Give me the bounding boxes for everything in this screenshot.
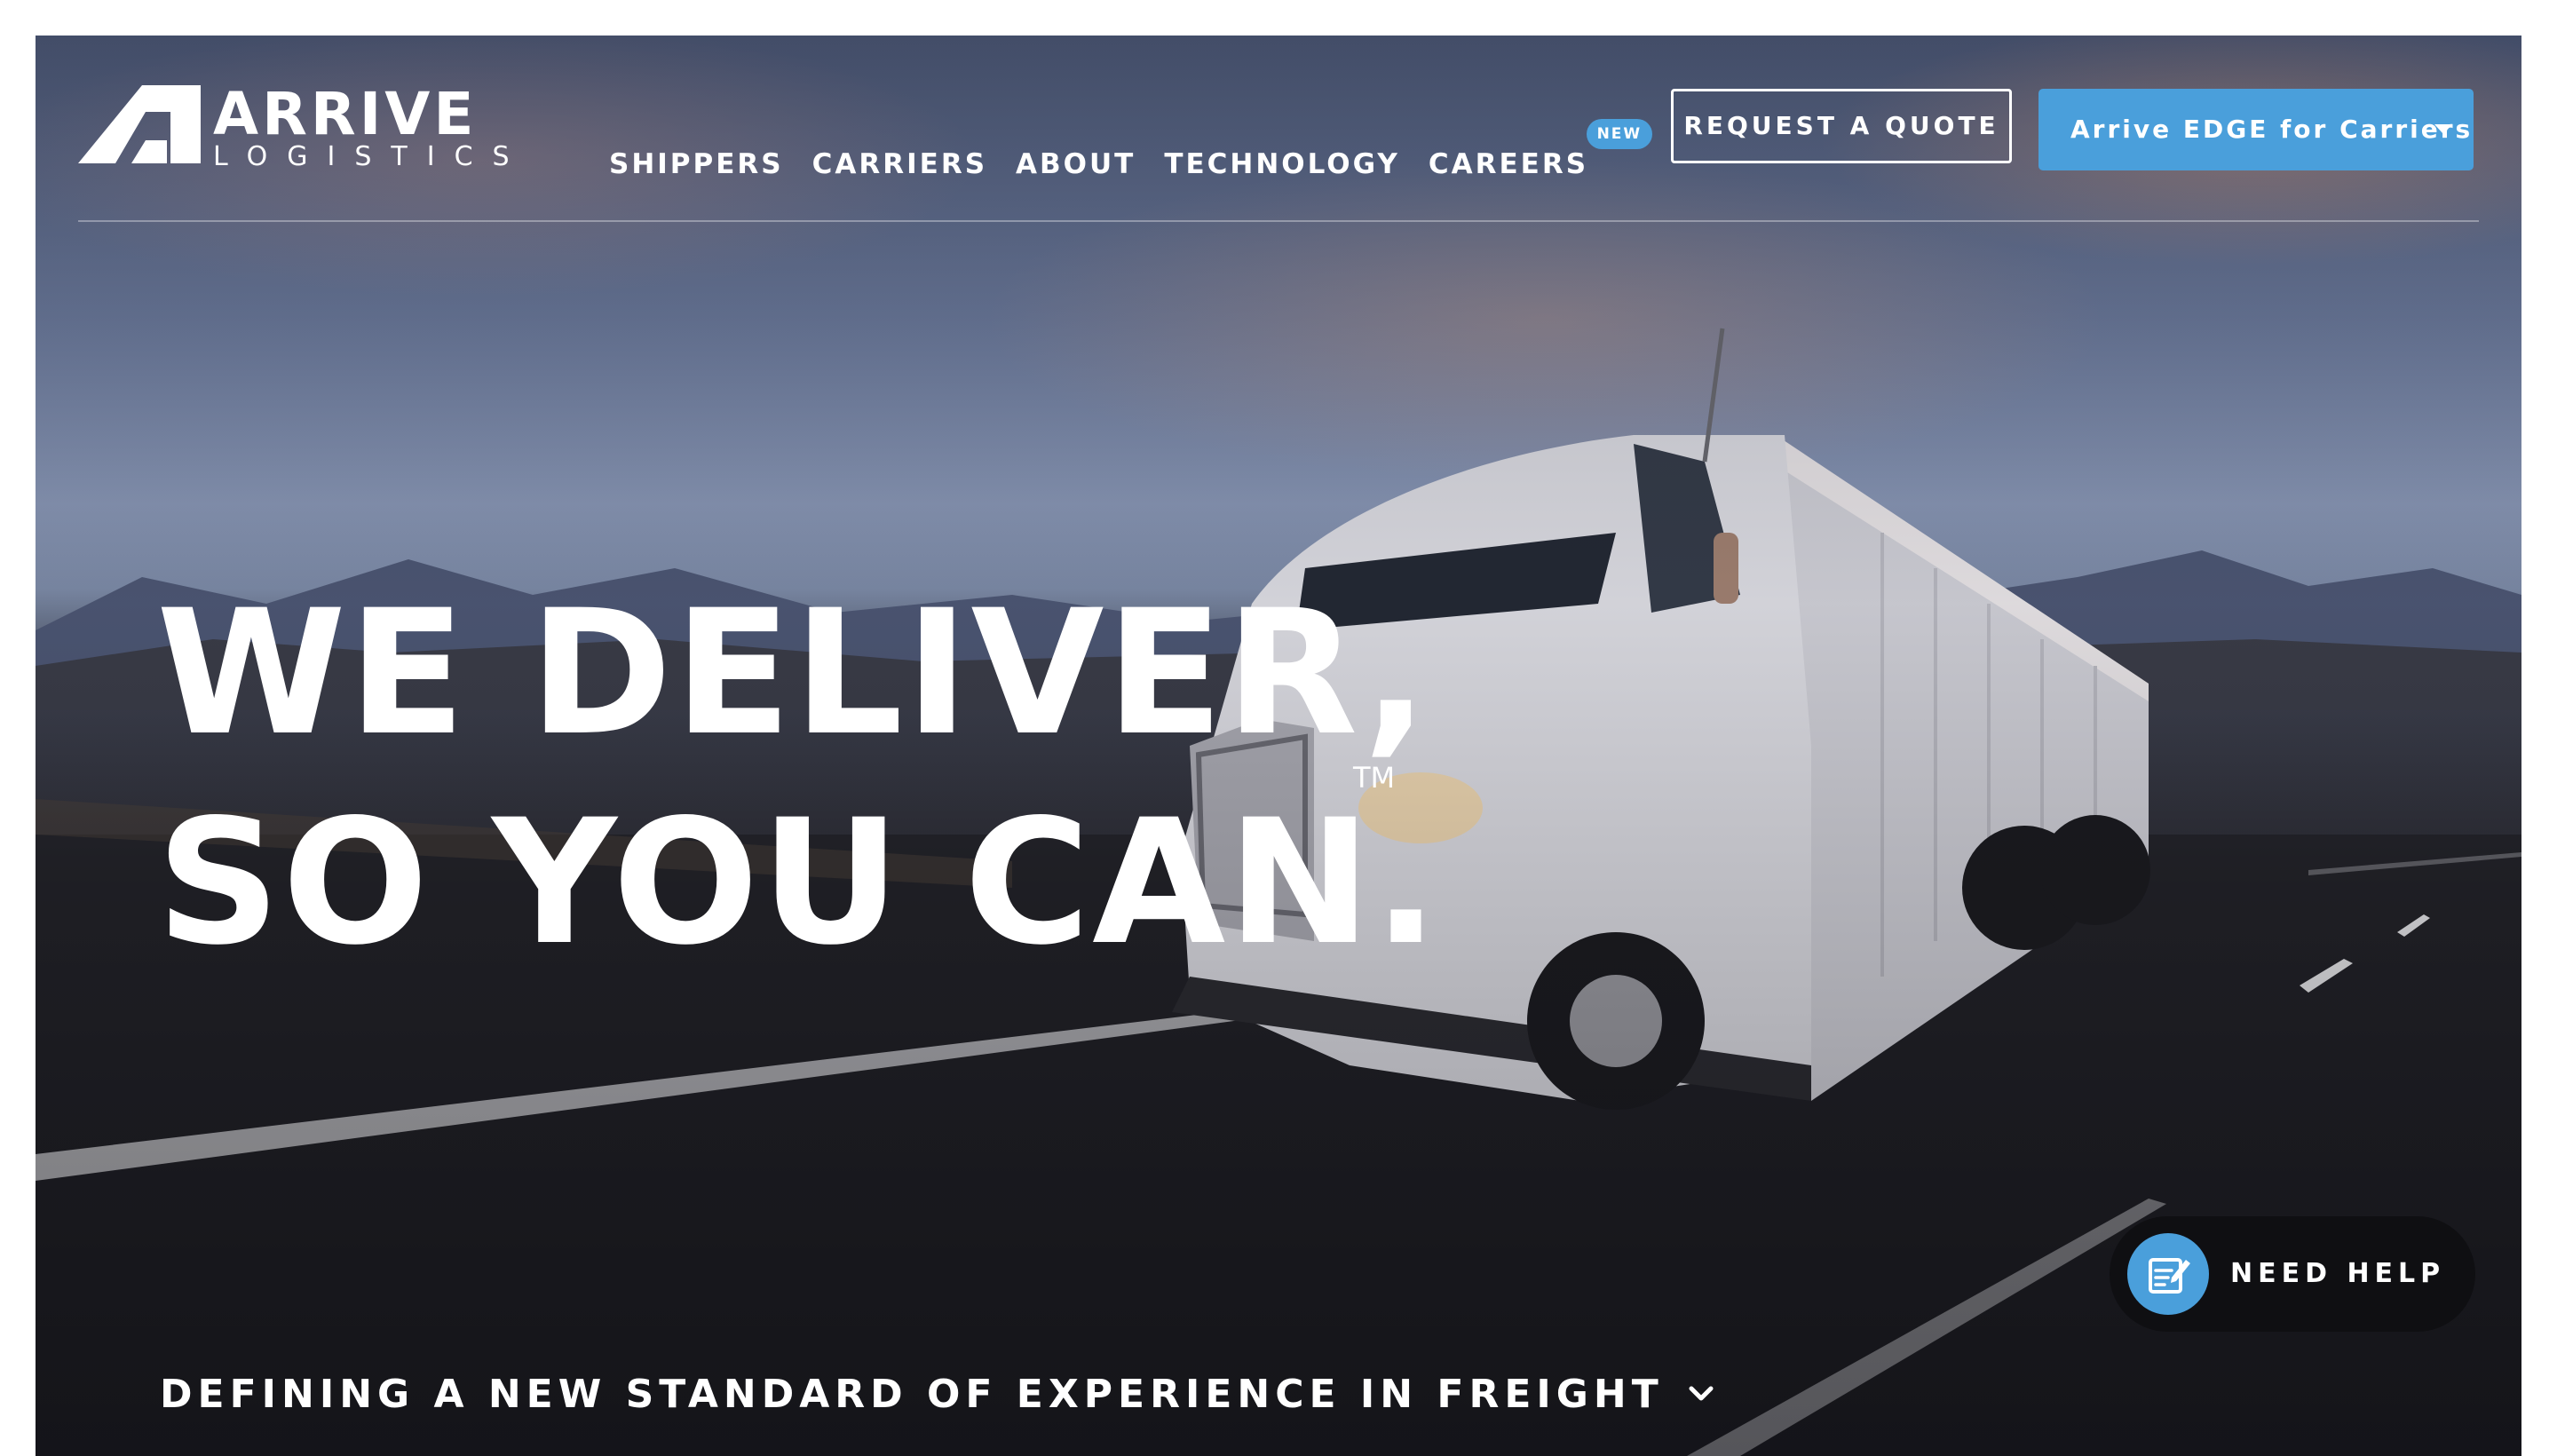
hero-section: ARRIVE LOGISTICS SHIPPERS CARRIERS ABOUT… bbox=[36, 36, 2521, 1456]
main-menu: SHIPPERS CARRIERS ABOUT TECHNOLOGY CAREE… bbox=[609, 119, 1652, 186]
nav-link-shippers[interactable]: SHIPPERS bbox=[609, 142, 784, 186]
nav-link-technology[interactable]: TECHNOLOGY bbox=[1164, 142, 1400, 186]
scroll-tagline-link[interactable]: DEFINING A NEW STANDARD OF EXPERIENCE IN… bbox=[160, 1367, 1715, 1420]
headline-line-2: SO YOU CAN. bbox=[156, 782, 1441, 983]
arrive-logo-icon bbox=[78, 85, 201, 163]
arrive-edge-label: Arrive EDGE for Carriers bbox=[2070, 115, 2474, 144]
chevron-down-icon bbox=[1689, 1386, 1714, 1401]
request-quote-button[interactable]: REQUEST A QUOTE bbox=[1671, 89, 2012, 163]
logo-subtitle: LOGISTICS bbox=[213, 141, 529, 172]
nav-divider bbox=[78, 220, 2479, 222]
nav-item-careers: CAREERS NEW bbox=[1429, 119, 1652, 186]
help-form-icon bbox=[2127, 1233, 2209, 1315]
hero-headline: WE DELIVER, SO YOU CAN. bbox=[156, 568, 1440, 987]
need-help-button[interactable]: NEED HELP bbox=[2110, 1216, 2475, 1332]
headline-line-1: WE DELIVER, bbox=[156, 573, 1430, 773]
nav-link-carriers[interactable]: CARRIERS bbox=[812, 142, 987, 186]
caret-down-icon bbox=[2434, 124, 2452, 134]
new-badge: NEW bbox=[1586, 119, 1652, 149]
trademark-symbol: TM bbox=[1353, 761, 1396, 795]
nav-link-careers[interactable]: CAREERS bbox=[1429, 148, 1588, 180]
top-navigation: ARRIVE LOGISTICS SHIPPERS CARRIERS ABOUT… bbox=[36, 36, 2521, 222]
logo-wordmark: ARRIVE bbox=[213, 80, 478, 148]
arrive-logo[interactable]: ARRIVE LOGISTICS bbox=[78, 80, 513, 170]
need-help-label: NEED HELP bbox=[2230, 1258, 2446, 1289]
nav-link-about[interactable]: ABOUT bbox=[1016, 142, 1136, 186]
arrive-edge-dropdown-button[interactable]: Arrive EDGE for Carriers bbox=[2038, 89, 2474, 170]
tagline-text: DEFINING A NEW STANDARD OF EXPERIENCE IN… bbox=[160, 1371, 1664, 1417]
